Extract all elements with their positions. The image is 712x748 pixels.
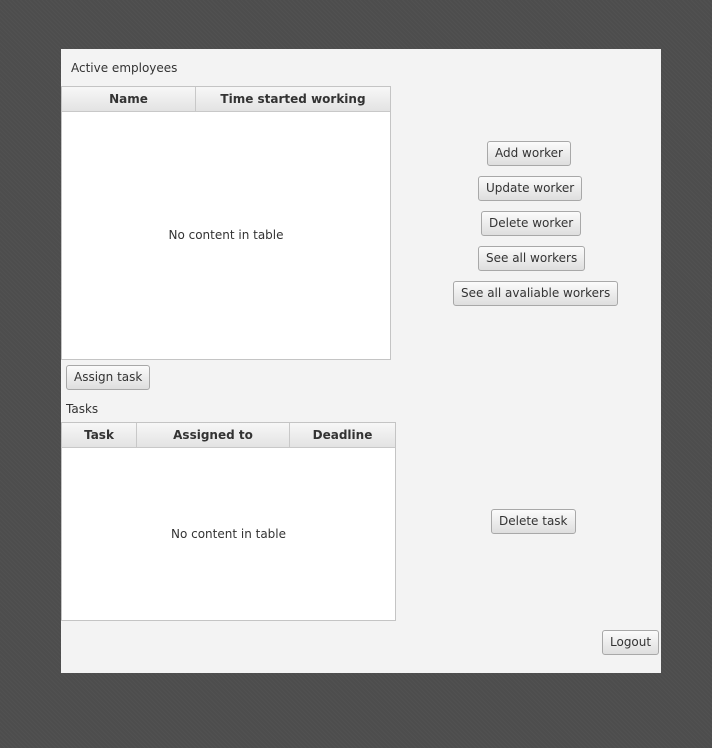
assign-task-button[interactable]: Assign task: [66, 365, 151, 390]
tasks-table[interactable]: Task Assigned to Deadline No content in …: [61, 422, 396, 621]
see-all-available-workers-button[interactable]: See all avaliable workers: [453, 281, 619, 306]
column-header-time-started[interactable]: Time started working: [196, 87, 390, 111]
employees-table-header: Name Time started working: [62, 87, 390, 112]
column-header-task[interactable]: Task: [62, 423, 137, 447]
column-header-assigned-to[interactable]: Assigned to: [137, 423, 290, 447]
logout-button[interactable]: Logout: [602, 630, 660, 655]
main-window: Active employees Name Time started worki…: [61, 49, 661, 673]
add-worker-button[interactable]: Add worker: [487, 141, 571, 166]
employees-table-empty-message: No content in table: [168, 228, 284, 242]
active-employees-label: Active employees: [71, 61, 178, 75]
employees-table[interactable]: Name Time started working No content in …: [61, 86, 391, 360]
tasks-label: Tasks: [66, 402, 99, 416]
tasks-table-empty-message: No content in table: [170, 527, 287, 541]
delete-worker-button[interactable]: Delete worker: [481, 211, 582, 236]
column-header-deadline[interactable]: Deadline: [290, 423, 395, 447]
delete-task-button[interactable]: Delete task: [491, 509, 576, 534]
column-header-name[interactable]: Name: [62, 87, 196, 111]
update-worker-button[interactable]: Update worker: [478, 176, 583, 201]
tasks-table-header: Task Assigned to Deadline: [62, 423, 395, 448]
see-all-workers-button[interactable]: See all workers: [478, 246, 586, 271]
